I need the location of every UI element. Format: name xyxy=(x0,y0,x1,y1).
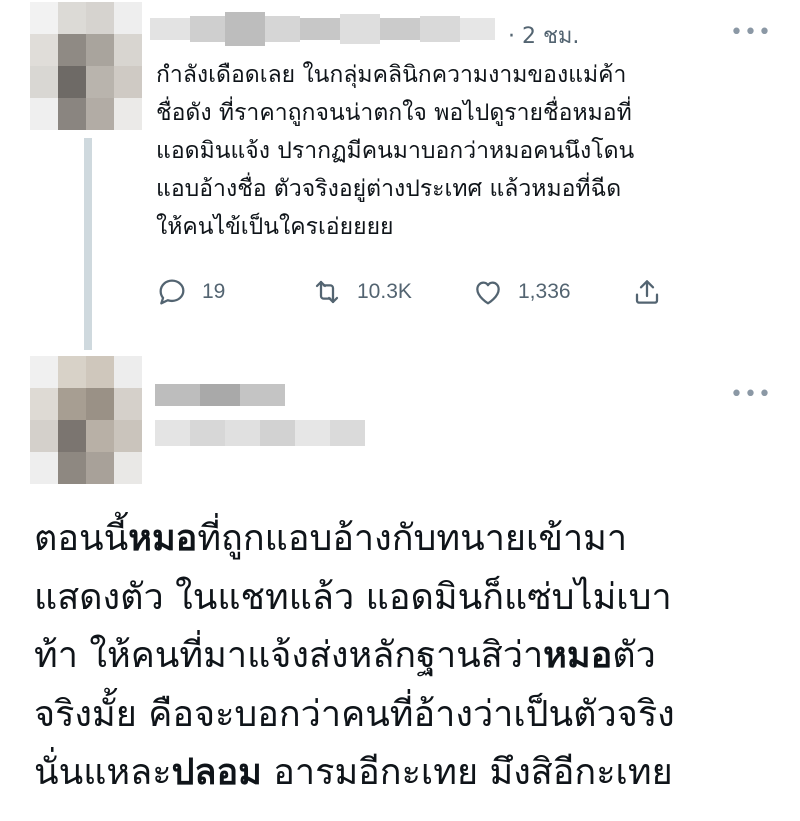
heart-icon xyxy=(476,281,500,305)
user-handle[interactable] xyxy=(155,420,365,446)
time-separator: · xyxy=(508,24,515,49)
tweet-text-line: ให้คนไข้เป็นใครเอ่ยยยย xyxy=(156,214,394,240)
tweet-text-line: ท้า ให้คนที่มาแจ้งส่งหลักฐานสิว่าหมอตัว xyxy=(34,627,784,686)
tweet-text-line: จริงมั้ย คือจะบอกว่าคนที่อ้างว่าเป็นตัวจ… xyxy=(34,686,784,745)
display-name[interactable] xyxy=(150,12,495,46)
tweet-text-line: ชื่อดัง ที่ราคาถูกจนน่าตกใจ พอไปดูรายชื่… xyxy=(156,100,632,126)
bold-text-segment: ปลอม xyxy=(171,752,262,793)
thread-line xyxy=(84,138,92,350)
time-text: 2 ชม. xyxy=(522,24,580,49)
avatar[interactable] xyxy=(30,2,142,130)
share-icon xyxy=(635,280,659,304)
tweet-text-line: ตอนนี้หมอที่ถูกแอบอ้างกับทนายเข้ามา xyxy=(34,510,784,569)
reply-button[interactable]: 19 xyxy=(156,272,225,312)
text-segment: นั่นแหละ xyxy=(34,752,172,793)
bold-text-segment: หมอ xyxy=(128,518,198,559)
tweet-text-line: นั่นแหละปลอม อารมอีกะเทย มึงสิอีกะเทย xyxy=(34,744,784,803)
display-name[interactable] xyxy=(155,384,285,406)
tweet-actions: 19 10.3K 1,336 xyxy=(156,272,676,312)
tweet-text-line: กำลังเดือดเลย ในกลุ่มคลินิกความงามของแม่… xyxy=(156,62,627,88)
timestamp[interactable]: · 2 ชม. xyxy=(508,18,579,53)
like-count: 1,336 xyxy=(518,280,571,303)
avatar[interactable] xyxy=(30,356,142,484)
text-segment: ตอนนี้ xyxy=(34,518,129,559)
text-segment: ท้า ให้คนที่มาแจ้งส่งหลักฐานสิว่า xyxy=(34,635,544,676)
text-segment: แสดงตัว ในแชทแล้ว แอดมินก็แซ่บไม่เบา xyxy=(34,576,672,618)
tweet-text-line: แสดงตัว ในแชทแล้ว แอดมินก็แซ่บไม่เบา xyxy=(34,569,784,628)
more-options-button[interactable]: ••• xyxy=(730,22,772,44)
retweet-icon xyxy=(315,280,339,304)
text-segment: อารมอีกะเทย มึงสิอีกะเทย xyxy=(261,752,673,793)
reply-count: 19 xyxy=(202,280,226,303)
like-button[interactable]: 1,336 xyxy=(472,272,571,312)
text-segment: ตัว xyxy=(612,635,656,676)
text-segment: จริงมั้ย คือจะบอกว่าคนที่อ้างว่าเป็นตัวจ… xyxy=(34,693,675,735)
share-button[interactable] xyxy=(631,272,677,312)
bold-text-segment: หมอ xyxy=(543,635,613,676)
tweet-text-line: แอบอ้างชื่อ ตัวจริงอยู่ต่างประเทศ แล้วหม… xyxy=(156,176,622,202)
tweet-text: กำลังเดือดเลย ในกลุ่มคลินิกความงามของแม่… xyxy=(156,56,786,246)
retweet-count: 10.3K xyxy=(357,280,412,303)
text-segment: ที่ถูกแอบอ้างกับทนายเข้ามา xyxy=(197,518,628,559)
tweet-text-line: แอดมินแจ้ง ปรากฏมีคนมาบอกว่าหมอคนนึงโดน xyxy=(156,138,635,164)
reply-tweet-text: ตอนนี้หมอที่ถูกแอบอ้างกับทนายเข้ามา แสดง… xyxy=(34,510,784,803)
reply-icon xyxy=(159,279,185,305)
more-options-button[interactable]: ••• xyxy=(730,384,772,406)
retweet-button[interactable]: 10.3K xyxy=(311,272,412,312)
